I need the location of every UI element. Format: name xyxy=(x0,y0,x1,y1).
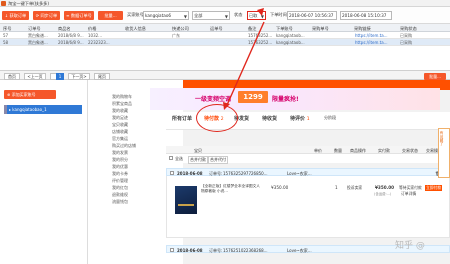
order-checkbox[interactable] xyxy=(170,170,174,175)
product-title[interactable]: 【全新正版】红楼梦全本全译图文人物原著版 小说... xyxy=(201,184,261,194)
table-row[interactable]: 57 黑白象谱... 2018/6/8 9... 1032... 广东 1576… xyxy=(0,32,450,39)
tab-pending-review[interactable]: 待评价 1 xyxy=(290,115,310,122)
merge-pay-button[interactable]: 合并付款 xyxy=(188,156,208,164)
col-header[interactable]: 备注 xyxy=(248,26,256,32)
menu-item[interactable]: 我的卡券 xyxy=(112,171,128,177)
current-page[interactable]: 1 xyxy=(56,72,64,80)
select-all-bar: 全选 合并付款 合并代付 xyxy=(166,154,450,164)
account-arrow-icon: ▸ xyxy=(9,107,12,112)
menu-item[interactable]: 我的积分 xyxy=(112,157,128,163)
menu-item[interactable]: 积累宝商品 xyxy=(112,101,132,107)
menu-item[interactable]: 我的足迹 xyxy=(112,115,128,121)
col-header[interactable]: 序号 xyxy=(3,26,11,32)
menu-item[interactable]: 我的发票 xyxy=(112,150,128,156)
purchase-link[interactable]: https://item.ta... xyxy=(355,33,397,38)
merge-ship-button[interactable]: 合并代付 xyxy=(208,156,228,164)
app-logo-icon xyxy=(1,1,6,6)
batch-button[interactable]: 批量... xyxy=(98,11,123,20)
menu-item[interactable]: 购买过的店铺 xyxy=(112,143,136,149)
help-widget[interactable]: 有问题了 xyxy=(438,128,450,178)
menu-item[interactable]: 官方集运 xyxy=(112,136,128,142)
menu-item[interactable]: 我的优惠 xyxy=(112,164,128,170)
col-header[interactable]: 采购链接 xyxy=(354,26,371,32)
app-window: 淘宝一键下单(扶多多) ↓ 获取订单 ⟳ 同步订单 ≡ 数据订单号 批量... … xyxy=(0,0,450,264)
fetch-orders-button[interactable]: ↓ 获取订单 xyxy=(2,11,29,20)
chevron-down-icon: ▼ xyxy=(224,14,228,19)
order-header: 2018-06-08 订单号: 1576325297726850... Love… xyxy=(166,168,450,176)
col-header[interactable]: 快递公司 xyxy=(172,26,189,32)
banner-text-post: 限量疯抢! xyxy=(272,96,299,103)
time-to-input[interactable]: 2018-06-08 15:10:37 xyxy=(340,11,392,20)
state-label: 状态 xyxy=(234,12,243,17)
orders-header: 宝贝 单价 数量 商品操作 实付款 交易状态 交易操作 xyxy=(166,146,450,154)
pager: 首页 <上一页 1 下一页> 尾页 批量... xyxy=(0,70,450,80)
sync-orders-button[interactable]: ⟳ 同步订单 xyxy=(33,11,60,20)
seller-link[interactable]: Love~农家... xyxy=(287,248,312,254)
promo-banner[interactable]: 一级变频空调 1299 限量疯抢! xyxy=(150,88,440,110)
chevron-down-icon: ▼ xyxy=(183,14,187,19)
product-image[interactable] xyxy=(175,186,197,214)
col-header[interactable]: 商品名 xyxy=(58,26,71,32)
time-from-input[interactable]: 2018-06-07 10:56:37 xyxy=(287,11,337,20)
last-page-button[interactable]: 尾页 xyxy=(94,72,110,80)
col-header[interactable]: 采购状态 xyxy=(400,26,417,32)
prev-page-button[interactable]: <上一页 xyxy=(24,72,46,80)
col-header[interactable]: 收货人信息 xyxy=(125,26,146,32)
watermark: 知乎 @ xyxy=(395,241,425,251)
menu-item[interactable]: 店铺收藏 xyxy=(112,129,128,135)
tab-staged[interactable]: 分阶段 xyxy=(324,115,336,121)
title-bar: 淘宝一键下单(扶多多) xyxy=(0,0,450,7)
buyer-account-select[interactable]: kangqiatao6 ▼ xyxy=(143,11,189,20)
selection-marker xyxy=(4,105,7,114)
account-panel: ⊕ 添加买家账号 ▸ kangqiataobao_1 xyxy=(0,80,88,264)
download-icon: ↓ xyxy=(4,13,9,18)
grid-header: 序号 订单号 商品名 价格 收货人信息 快递公司 运单号 备注 下单账号 采购单… xyxy=(0,24,450,32)
toolbar: ↓ 获取订单 ⟳ 同步订单 ≡ 数据订单号 批量... 买家账号 kangqia… xyxy=(0,7,450,24)
order-number-button[interactable]: ≡ 数据订单号 xyxy=(64,11,94,20)
col-header[interactable]: 运单号 xyxy=(210,26,223,32)
add-buyer-account-button[interactable]: ⊕ 添加买家账号 xyxy=(4,90,56,99)
menu-item[interactable]: 我的收藏 xyxy=(112,108,128,114)
menu-item[interactable]: 我的红包 xyxy=(112,185,128,191)
select-all-checkbox[interactable] xyxy=(169,156,173,160)
tab-pending-receipt[interactable]: 待收货 xyxy=(262,115,277,122)
col-header[interactable]: 采购单号 xyxy=(312,26,329,32)
complain-link[interactable]: 投诉卖家 xyxy=(347,185,362,191)
menu-item[interactable]: 退款维权 xyxy=(112,192,128,198)
grid-empty-area xyxy=(0,46,450,70)
first-page-button[interactable]: 首页 xyxy=(4,72,20,80)
chevron-down-icon: ▼ xyxy=(260,14,264,19)
time-label: 下单时间 xyxy=(270,12,287,17)
order-body: 【全新正版】红楼梦全本全译图文人物原著版 小说... ¥350.00 1 投诉卖… xyxy=(166,176,450,238)
state-select[interactable]: 已取 ▼ xyxy=(247,11,266,20)
batch-right-button[interactable]: 批量... xyxy=(424,72,446,80)
menu-item[interactable]: 宝贝收藏 xyxy=(112,122,128,128)
buyer-account-item[interactable]: ▸ kangqiataobao_1 xyxy=(4,105,82,114)
sync-icon: ⟳ xyxy=(35,13,40,18)
order-checkbox[interactable] xyxy=(170,247,174,252)
order-detail-link[interactable]: 订单详情 xyxy=(401,191,416,197)
purchase-link[interactable]: https://item.ta... xyxy=(355,40,397,45)
highlight-circle xyxy=(196,104,238,132)
status-filter-select[interactable]: 全部 ▼ xyxy=(192,11,230,20)
menu-item[interactable]: 我的购物车 xyxy=(112,94,132,100)
menu-item[interactable]: 评价管理 xyxy=(112,178,128,184)
tab-all-orders[interactable]: 所有订单 xyxy=(172,115,192,122)
plus-icon: ⊕ xyxy=(7,92,11,97)
col-header[interactable]: 订单号 xyxy=(28,26,41,32)
pay-now-button[interactable]: 立即付款 xyxy=(425,185,443,191)
col-header[interactable]: 下单账号 xyxy=(276,26,293,32)
menu-item[interactable]: 流量钱包 xyxy=(112,199,128,205)
banner-text: 一级变频空调 xyxy=(195,96,232,103)
next-page-button[interactable]: 下一页> xyxy=(68,72,90,80)
buyer-account-label: 买家账号 xyxy=(127,12,144,17)
col-header[interactable]: 价格 xyxy=(88,26,96,32)
banner-price: 1299 xyxy=(238,91,268,103)
list-icon: ≡ xyxy=(66,13,70,18)
table-row[interactable]: 58 黑白象谱... 2018/6/8 9... 2232323... 1576… xyxy=(0,39,450,46)
